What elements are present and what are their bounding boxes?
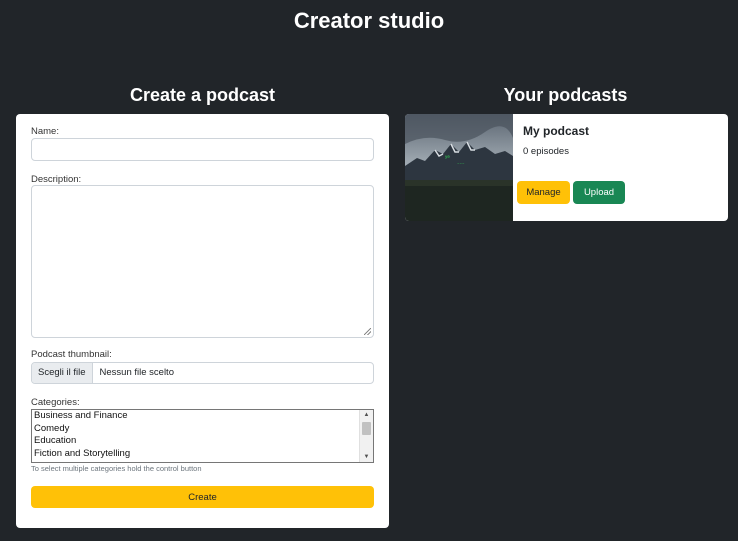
page-title: Creator studio — [293, 8, 445, 33]
svg-text:ye: ye — [445, 154, 450, 159]
name-label: Name: — [31, 126, 59, 137]
description-textarea[interactable] — [31, 185, 374, 338]
name-input[interactable] — [31, 138, 374, 161]
scroll-up-icon[interactable]: ▲ — [360, 410, 373, 420]
scroll-thumb[interactable] — [362, 422, 371, 435]
create-podcast-heading: Create a podcast — [129, 85, 276, 105]
podcast-thumbnail: ye ~~~ — [405, 114, 513, 221]
podcast-episode-count: 0 episodes — [523, 146, 569, 157]
categories-hint: To select multiple categories hold the c… — [31, 464, 202, 473]
podcast-name[interactable]: My podcast — [523, 124, 589, 138]
thumbnail-file-input[interactable]: Scegli il file Nessun file scelto — [31, 362, 374, 384]
upload-button[interactable]: Upload — [573, 181, 625, 204]
svg-text:~~~: ~~~ — [457, 161, 465, 165]
category-option[interactable]: Fiction and Storytelling — [32, 448, 373, 461]
manage-button[interactable]: Manage — [517, 181, 570, 204]
categories-select[interactable]: Business and Finance Comedy Education Fi… — [31, 409, 374, 463]
category-option[interactable]: Education — [32, 435, 373, 448]
thumbnail-label: Podcast thumbnail: — [31, 349, 112, 360]
your-podcasts-heading: Your podcasts — [503, 85, 628, 105]
description-label: Description: — [31, 174, 82, 185]
category-option[interactable]: Comedy — [32, 423, 373, 436]
podcast-card: ye ~~~ My podcast 0 episodes Manage Uplo… — [405, 114, 728, 221]
create-podcast-form: Name: Description: Podcast thumbnail: Sc… — [16, 114, 389, 528]
resize-grip-icon[interactable] — [364, 328, 371, 335]
file-status: Nessun file scelto — [99, 367, 174, 378]
choose-file-button[interactable]: Scegli il file — [32, 363, 93, 383]
categories-scrollbar[interactable]: ▲ ▼ — [359, 410, 373, 462]
scroll-down-icon[interactable]: ▼ — [360, 452, 373, 462]
create-button[interactable]: Create — [31, 486, 374, 508]
category-option[interactable]: Business and Finance — [32, 410, 373, 423]
categories-label: Categories: — [31, 397, 80, 408]
